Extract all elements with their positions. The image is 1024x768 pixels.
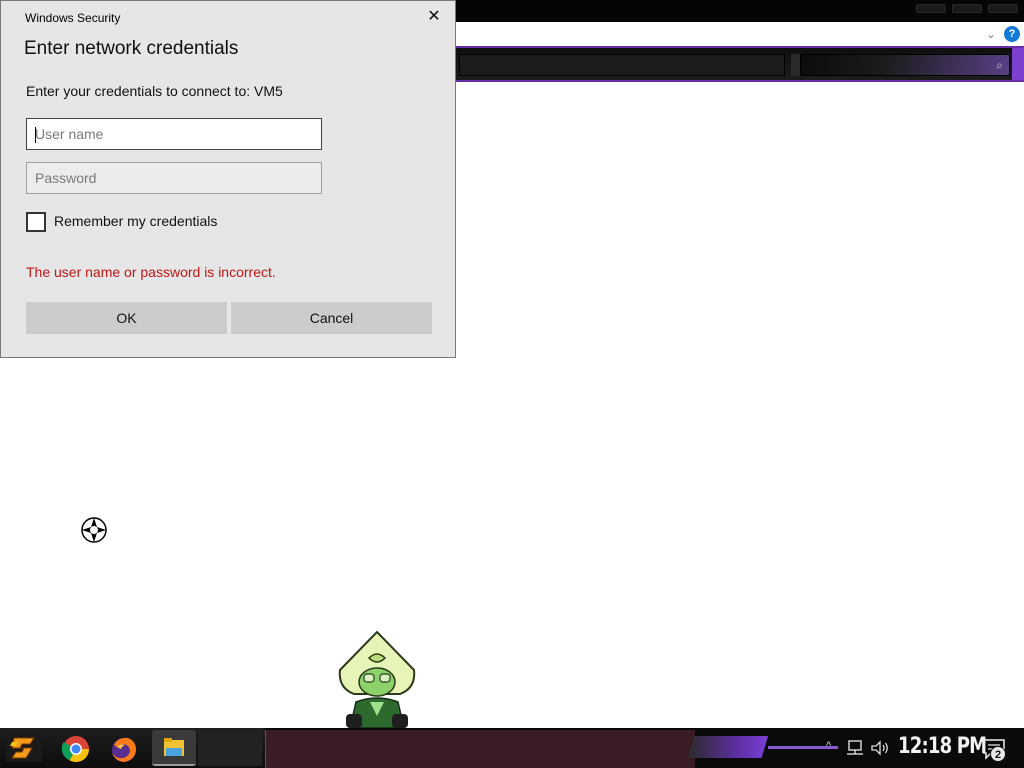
theme-accent (1012, 48, 1024, 80)
help-icon[interactable]: ? (1004, 26, 1020, 42)
start-logo-icon[interactable] (4, 732, 44, 764)
taskbar-slot[interactable] (198, 730, 262, 766)
close-icon[interactable]: ✕ (425, 8, 443, 26)
window-controls (916, 4, 1024, 16)
close-window-button[interactable] (988, 4, 1018, 13)
cancel-button[interactable]: Cancel (231, 302, 432, 334)
firefox-icon[interactable] (108, 733, 140, 765)
chevron-down-icon[interactable]: ⌄ (984, 27, 998, 41)
taskbar-clock[interactable]: 12:18 PM (898, 734, 987, 759)
dialog-instruction: Enter your credentials to connect to: VM… (26, 83, 283, 99)
chrome-icon[interactable] (60, 733, 92, 765)
address-bar[interactable] (459, 54, 785, 76)
taskbar-window-area (265, 730, 695, 768)
address-row: ⌕ (455, 46, 1024, 82)
maximize-button[interactable] (952, 4, 982, 13)
remember-label[interactable]: Remember my credentials (54, 213, 217, 229)
minimize-button[interactable] (916, 4, 946, 13)
error-message: The user name or password is incorrect. (26, 264, 276, 280)
dialog-heading: Enter network credentials (24, 38, 239, 59)
search-input[interactable]: ⌕ (800, 54, 1010, 76)
desktop-screen: ⌄ ? ⌕ Windows Security ✕ Enter network c… (0, 0, 1024, 768)
taskbar-decoration (688, 736, 768, 758)
folder-icon[interactable] (152, 730, 196, 766)
ok-button[interactable]: OK (26, 302, 227, 334)
username-field[interactable] (26, 118, 322, 150)
background-window-titlebar[interactable] (455, 0, 1024, 22)
notification-badge: 2 (990, 746, 1006, 762)
username-input[interactable] (27, 119, 321, 149)
dialog-caption: Windows Security (25, 11, 121, 25)
speaker-icon[interactable] (870, 740, 890, 756)
tray-overflow-icon[interactable]: ^ (826, 740, 831, 752)
credentials-dialog: Windows Security ✕ Enter network credent… (0, 0, 456, 358)
busy-cursor-icon (81, 517, 107, 543)
character-sticker (338, 630, 416, 729)
taskbar: ^ 12:18 PM 2 (0, 728, 1024, 768)
network-icon[interactable] (846, 740, 864, 756)
password-input[interactable] (27, 163, 321, 193)
ribbon-row: ⌄ ? (455, 22, 1024, 46)
search-icon[interactable]: ⌕ (996, 57, 1003, 73)
password-field[interactable] (26, 162, 322, 194)
remember-checkbox[interactable] (26, 212, 46, 232)
